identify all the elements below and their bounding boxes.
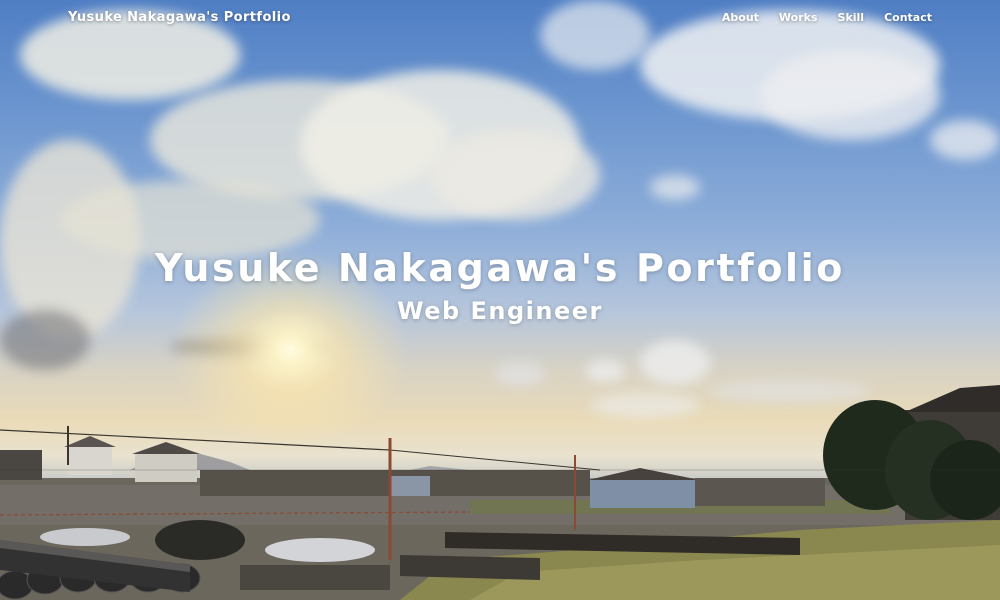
hero-section: Yusuke Nakagawa's Portfolio Web Engineer: [0, 240, 1000, 326]
hero-title: Yusuke Nakagawa's Portfolio: [154, 246, 846, 290]
nav-link-works[interactable]: Works: [779, 8, 818, 28]
nav-link-about[interactable]: About: [722, 8, 759, 28]
nav-link-contact[interactable]: Contact: [884, 8, 932, 28]
nav-link-skill[interactable]: Skill: [838, 8, 865, 28]
main-nav: About Works Skill Contact: [702, 8, 932, 28]
site-logo-link[interactable]: Yusuke Nakagawa's Portfolio: [68, 8, 291, 28]
site-header: Yusuke Nakagawa's Portfolio About Works …: [0, 0, 1000, 72]
hero-subtitle: Web Engineer: [397, 297, 603, 325]
